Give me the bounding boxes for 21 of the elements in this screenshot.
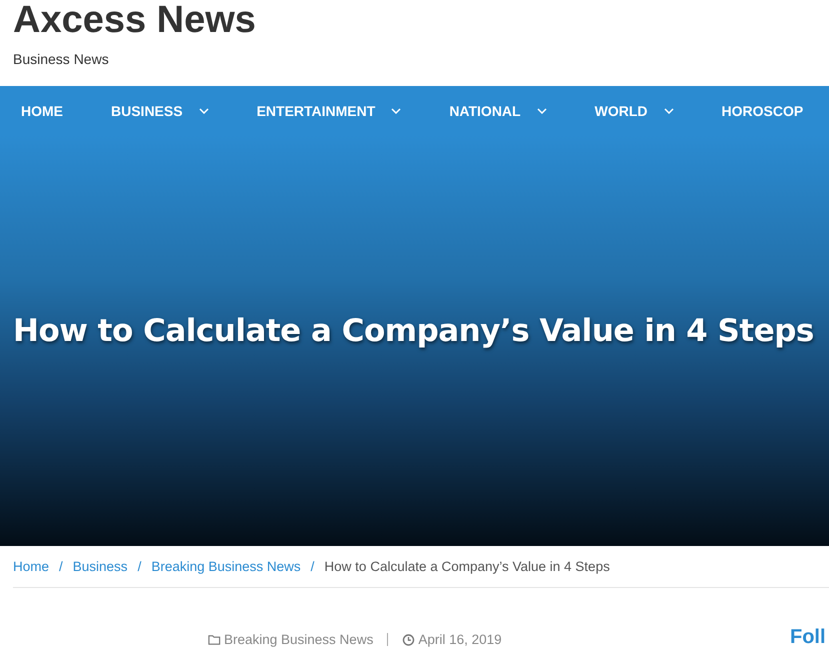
- breadcrumb-current: How to Calculate a Company’s Value in 4 Steps: [324, 559, 610, 574]
- folder-icon: [208, 634, 221, 646]
- breadcrumb-separator: /: [138, 559, 142, 574]
- nav-item[interactable]: HOROSCOP: [722, 102, 804, 118]
- clock-icon: [402, 634, 416, 646]
- breadcrumb-link[interactable]: Home: [13, 559, 50, 574]
- breadcrumb-link[interactable]: Breaking Business News: [151, 559, 301, 574]
- nav-item[interactable]: WORLD: [594, 102, 674, 118]
- nav-item[interactable]: ENTERTAINMENT: [256, 102, 402, 118]
- site-tagline: Business News: [13, 51, 109, 67]
- post-date: April 16, 2019: [418, 632, 502, 647]
- breadcrumb-separator: /: [59, 559, 63, 574]
- article-title: How to Calculate a Company’s Value in 4 Steps: [13, 312, 814, 348]
- site-title[interactable]: Axcess News: [13, 0, 256, 40]
- nav-item[interactable]: BUSINESS: [111, 102, 209, 118]
- breadcrumb-separator: /: [310, 559, 314, 574]
- nav-item[interactable]: NATIONAL: [449, 102, 547, 118]
- nav-item[interactable]: HOME: [21, 102, 63, 118]
- category-link[interactable]: Breaking Business News: [224, 632, 374, 647]
- sidebar-heading: Foll: [790, 626, 826, 648]
- breadcrumb-link[interactable]: Business: [72, 559, 128, 574]
